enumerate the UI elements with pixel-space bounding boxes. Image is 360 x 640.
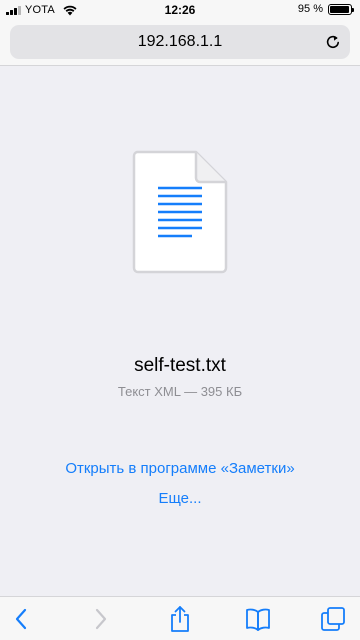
address-bar[interactable]: 192.168.1.1 [10,25,350,59]
share-button[interactable] [165,604,195,634]
status-right: 95 % [297,3,354,15]
bookmarks-button[interactable] [243,604,273,634]
file-name: self-test.txt [134,355,226,376]
back-icon [15,608,27,630]
battery-icon [328,3,354,15]
url-text[interactable]: 192.168.1.1 [10,33,350,51]
share-icon [171,606,189,632]
battery-fill [330,5,349,13]
reload-icon[interactable] [324,33,342,51]
forward-icon [95,608,107,630]
back-button[interactable] [6,604,36,634]
tabs-button[interactable] [318,604,348,634]
browser-toolbar [0,596,360,640]
browser-navbar: 192.168.1.1 [0,20,360,66]
tabs-icon [321,607,345,631]
open-in-notes-link[interactable]: Открыть в программе «Заметки» [0,460,360,477]
forward-button[interactable] [86,604,116,634]
status-bar: YOTA 12:26 95 % [0,0,360,20]
bookmarks-icon [246,608,270,631]
file-info: Текст XML — 395 КБ [117,384,243,399]
screen: YOTA 12:26 95 % 192.168.1.1 self-test.tx… [0,0,360,640]
text-document-icon [132,150,228,274]
battery-percent: 95 % [297,3,323,15]
more-options-link[interactable]: Еще... [0,490,360,507]
